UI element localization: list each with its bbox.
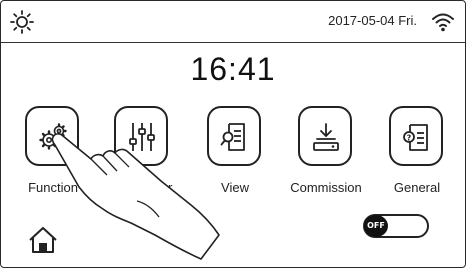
svg-text:?: ? [407,134,412,143]
info-document-icon: ? [403,124,428,151]
commission-button-frame[interactable] [298,106,352,166]
home-icon[interactable] [28,226,58,254]
view-button[interactable]: View [207,106,263,195]
sliders-icon [129,123,155,151]
general-label: General [393,180,441,195]
sun-icon [10,10,34,34]
date-time-display: 2017-05-04 Fri. [328,13,417,28]
status-bar: 2017-05-04 Fri. [1,1,465,43]
toggle-knob[interactable]: OFF [364,215,388,237]
general-button-frame[interactable]: ? [389,106,443,166]
parameter-button-frame[interactable] [114,106,168,166]
commission-button[interactable]: Commission [290,106,362,195]
download-tray-icon [313,123,339,151]
view-button-frame[interactable] [207,106,261,166]
function-label: Function [28,180,78,195]
wifi-icon [432,13,454,32]
function-button-frame[interactable] [25,106,79,166]
controller-screen: 2017-05-04 Fri. 16:41 Function Parameter… [0,0,466,268]
clock-display: 16:41 [190,51,276,87]
gears-icon [39,123,67,150]
parameter-label: Parameter [111,180,173,195]
general-button[interactable]: ? General [389,106,445,195]
commission-label: Commission [290,180,362,195]
view-label: View [221,180,249,195]
function-button[interactable]: Function [25,106,81,195]
document-search-icon [220,123,245,151]
power-toggle[interactable]: OFF [363,214,431,240]
parameter-button[interactable]: Parameter [112,106,172,195]
